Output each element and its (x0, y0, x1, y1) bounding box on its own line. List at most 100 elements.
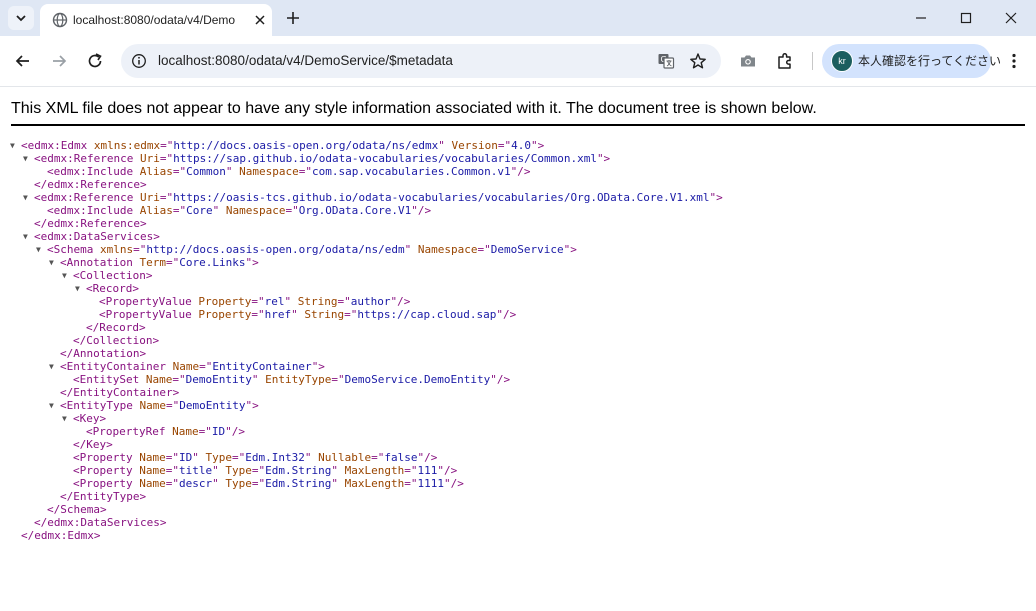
xml-tag: =" (285, 204, 299, 217)
xml-tag: =" (477, 243, 491, 256)
xml-tag: </Collection> (73, 334, 160, 347)
xml-line-text: <EntityType Name="DemoEntity"> (60, 399, 259, 412)
xml-attr-name: xmlns:edmx (93, 139, 161, 152)
profile-label: 本人確認を行ってください (858, 54, 1002, 68)
xml-tag: </edmx:Edmx> (21, 529, 101, 542)
close-window-icon[interactable] (1003, 10, 1019, 26)
tab-title: localhost:8080/odata/v4/Demo (73, 13, 236, 27)
xml-tag: <EntitySet (73, 373, 140, 386)
xml-attr-value: descr (178, 477, 213, 490)
collapse-triangle-icon[interactable]: ▼ (49, 256, 54, 269)
xml-attr-value: DemoService.DemoEntity (344, 373, 491, 386)
xml-attr-value: Edm.String (265, 477, 332, 490)
xml-line-text: <Collection> (73, 269, 152, 282)
maximize-icon[interactable] (958, 10, 974, 26)
new-tab-button[interactable] (284, 9, 302, 27)
xml-attr-value: http://docs.oasis-open.org/odata/ns/edmx (173, 139, 439, 152)
xml-attr-value: title (178, 464, 213, 477)
collapse-triangle-icon[interactable]: ▼ (49, 360, 54, 373)
xml-line-text: </edmx:Edmx> (21, 529, 100, 542)
xml-attr-name: Type (225, 464, 252, 477)
site-info-icon[interactable] (131, 53, 147, 69)
xml-tag: <Schema (47, 243, 94, 256)
xml-tag: <EntityType (60, 399, 133, 412)
xml-tag: =" (172, 204, 187, 217)
xml-tag: =" (165, 477, 179, 490)
collapse-triangle-icon[interactable]: ▼ (23, 191, 28, 204)
tab-strip: localhost:8080/odata/v4/Demo (0, 0, 1036, 36)
collapse-triangle-icon[interactable]: ▼ (75, 282, 80, 295)
xml-line-text: </Record> (86, 321, 146, 334)
xml-tag: " (212, 477, 219, 490)
xml-line-text: </EntityContainer> (60, 386, 179, 399)
xml-tag: <edmx:DataServices> (34, 230, 160, 243)
xml-attr-value: Core.Links (179, 256, 246, 269)
xml-attr-name: Name (172, 425, 199, 438)
xml-tag: </EntityContainer> (60, 386, 180, 399)
more-menu-icon[interactable] (1004, 51, 1024, 71)
xml-style-notice: This XML file does not appear to have an… (11, 100, 817, 117)
xml-tag: =" (251, 464, 266, 477)
tab-search-button[interactable] (8, 6, 34, 30)
collapse-triangle-icon[interactable]: ▼ (49, 399, 54, 412)
xml-space (338, 477, 345, 490)
xml-tag: "> (245, 256, 259, 269)
xml-attr-name: Type (225, 477, 252, 490)
xml-tag: =" (331, 373, 345, 386)
xml-space (133, 152, 140, 165)
profile-button[interactable]: kr 本人確認を行ってください (822, 44, 1001, 78)
xml-tag: =" (337, 295, 351, 308)
extensions-puzzle-icon[interactable] (775, 51, 795, 71)
xml-attr-value: 111 (417, 464, 438, 477)
camera-icon[interactable] (738, 51, 758, 71)
xml-line-text: </Collection> (73, 334, 159, 347)
xml-attr-name: Alias (139, 165, 173, 178)
xml-tag: <Property (73, 477, 133, 490)
xml-attr-value: 4.0 (511, 139, 531, 152)
back-arrow-icon[interactable] (13, 51, 33, 71)
xml-tag: </Schema> (47, 503, 107, 516)
xml-space (87, 139, 94, 152)
xml-line-text: </Schema> (47, 503, 107, 516)
active-tab[interactable]: localhost:8080/odata/v4/Demo (40, 4, 272, 36)
minimize-icon[interactable] (913, 10, 929, 26)
xml-line-text: <PropertyRef Name="ID"/> (86, 425, 245, 438)
forward-arrow-icon[interactable] (49, 51, 69, 71)
reload-icon[interactable] (85, 51, 105, 71)
collapse-triangle-icon[interactable]: ▼ (23, 230, 28, 243)
xml-tag: =" (172, 165, 187, 178)
xml-tag: </edmx:DataServices> (34, 516, 167, 529)
collapse-triangle-icon[interactable]: ▼ (62, 269, 67, 282)
xml-tag: <PropertyValue (99, 295, 192, 308)
xml-space (166, 360, 173, 373)
xml-tag: "> (245, 399, 259, 412)
xml-tag: "/> (225, 425, 245, 438)
bookmark-star-icon[interactable] (689, 52, 707, 70)
xml-attr-value: false (384, 451, 418, 464)
collapse-triangle-icon[interactable]: ▼ (36, 243, 41, 256)
collapse-triangle-icon[interactable]: ▼ (23, 152, 28, 165)
collapse-triangle-icon[interactable]: ▼ (62, 412, 67, 425)
xml-line-text: <edmx:Reference Uri="https://oasis-tcs.g… (34, 191, 723, 204)
xml-attr-name: Term (139, 256, 166, 269)
xml-space (133, 165, 140, 178)
xml-tag: <PropertyValue (99, 308, 192, 321)
xml-tag: <Property (73, 451, 133, 464)
xml-tag: " (192, 451, 199, 464)
xml-tag: "> (709, 191, 723, 204)
address-bar[interactable]: localhost:8080/odata/v4/DemoService/$met… (121, 44, 721, 78)
xml-attr-value: ID (178, 451, 193, 464)
collapse-triangle-icon[interactable]: ▼ (10, 139, 15, 152)
xml-line-text: </edmx:Reference> (34, 178, 147, 191)
xml-tag: </edmx:Reference> (34, 178, 147, 191)
xml-attr-value: DemoService (490, 243, 564, 256)
xml-tag: =" (198, 425, 212, 438)
url-text[interactable]: localhost:8080/odata/v4/DemoService/$met… (158, 53, 453, 69)
translate-icon[interactable]: G (657, 52, 675, 70)
xml-attr-value: 1111 (417, 477, 444, 490)
close-tab-icon[interactable] (252, 12, 268, 28)
xml-tag: "/> (437, 464, 458, 477)
xml-attr-name: String (297, 295, 338, 308)
xml-tag: <edmx:Edmx (21, 139, 88, 152)
xml-attr-name: Nullable (318, 451, 372, 464)
